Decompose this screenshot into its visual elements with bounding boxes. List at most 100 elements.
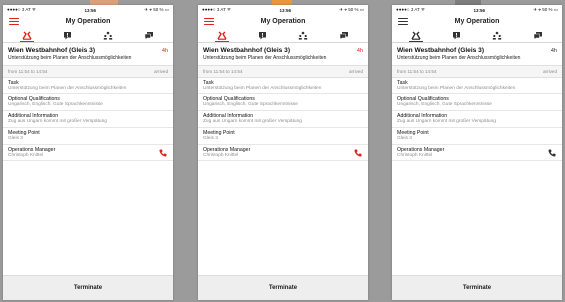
alert-icon — [64, 31, 72, 39]
tools-icon — [217, 31, 227, 40]
status-bar: ●●●●○ 3 AT ᯤ 13:56 ✈ ⌖ 50 % ▭ — [392, 5, 562, 15]
operation-subtitle: Unterstützung beim Planen der Anschlussm… — [392, 54, 562, 66]
detail-value: Christoph Knittel — [397, 152, 433, 158]
time-range: from 11:54 to 14:54 — [397, 68, 437, 74]
detail-section: Optional Qualifications Ungarisch, Englis… — [3, 94, 173, 112]
station-title: Wien Westbahnhof (Gleis 3) — [203, 47, 291, 54]
status-carrier: ●●●●○ 3 AT ᯤ — [396, 7, 426, 12]
time-range: from 11:54 to 14:54 — [8, 68, 48, 74]
terminate-button[interactable]: Terminate — [198, 275, 368, 300]
phone-screen: ●●●●○ 3 AT ᯤ 13:56 ✈ ⌖ 50 % ▭ My Operati… — [198, 5, 368, 300]
detail-value: Christoph Knittel — [203, 152, 239, 158]
status-carrier: ●●●●○ 3 AT ᯤ — [202, 7, 232, 12]
station-title: Wien Westbahnhof (Gleis 3) — [8, 47, 96, 54]
detail-value: Zug aus Ungarn kommt mit großer Verspätu… — [203, 119, 302, 125]
tab-alert[interactable] — [255, 29, 271, 41]
alert-icon — [259, 31, 267, 39]
terminate-label: Terminate — [462, 285, 492, 291]
status-bar: ●●●●○ 3 AT ᯤ 13:56 ✈ ⌖ 50 % ▭ — [198, 5, 368, 15]
details-list: Task Unterstützung beim Planen der Anschl… — [392, 78, 562, 162]
arrival-status: arrived — [153, 68, 168, 74]
page-title: My Operation — [454, 18, 500, 25]
detail-section: Operations Manager Christoph Knittel — [3, 145, 173, 162]
menu-icon[interactable] — [204, 18, 214, 26]
chat-icon — [533, 31, 542, 40]
nav-bar: My Operation — [3, 15, 173, 28]
duration-badge: 4h — [161, 48, 168, 54]
tab-people[interactable] — [489, 29, 505, 41]
time-row: from 11:54 to 14:54 arrived — [392, 65, 562, 78]
terminate-button[interactable]: Terminate — [392, 275, 562, 300]
detail-value: Gleis 3 — [203, 135, 218, 141]
detail-section: Meeting Point Gleis 3 — [198, 128, 368, 145]
chat-icon — [339, 31, 348, 40]
call-phone-icon[interactable] — [159, 149, 167, 157]
tab-tools[interactable] — [408, 29, 424, 42]
terminate-button[interactable]: Terminate — [3, 275, 173, 300]
detail-section: Operations Manager Christoph Knittel — [198, 145, 368, 162]
status-battery: ✈ ⌖ 50 % ▭ — [339, 7, 364, 12]
operation-subtitle: Unterstützung beim Planen der Anschlussm… — [3, 54, 173, 66]
call-phone-icon[interactable] — [354, 149, 362, 157]
tab-people[interactable] — [100, 29, 116, 41]
tools-icon — [411, 31, 421, 40]
detail-value: Unterstützung beim Planen der Anschlussm… — [397, 85, 516, 91]
detail-value: Ungarisch, Englisch, Gute Sprachkenntnis… — [8, 102, 103, 108]
status-carrier: ●●●●○ 3 AT ᯤ — [7, 7, 37, 12]
time-row: from 11:54 to 14:54 arrived — [3, 65, 173, 78]
detail-value: Zug aus Ungarn kommt mit großer Verspätu… — [8, 119, 107, 125]
detail-section: Additional Information Zug aus Ungarn kom… — [198, 111, 368, 128]
phone-screen: ●●●●○ 3 AT ᯤ 13:56 ✈ ⌖ 50 % ▭ My Operati… — [3, 5, 173, 300]
tab-people[interactable] — [295, 29, 311, 41]
status-battery: ✈ ⌖ 50 % ▭ — [533, 7, 558, 12]
detail-section: Task Unterstützung beim Planen der Anschl… — [3, 78, 173, 95]
status-bar: ●●●●○ 3 AT ᯤ 13:56 ✈ ⌖ 50 % ▭ — [3, 5, 173, 15]
tab-tools[interactable] — [19, 29, 35, 42]
people-icon — [493, 31, 502, 40]
detail-value: Ungarisch, Englisch, Gute Sprachkenntnis… — [397, 102, 492, 108]
detail-section: Additional Information Zug aus Ungarn kom… — [392, 111, 562, 128]
operation-subtitle: Unterstützung beim Planen der Anschlussm… — [198, 54, 368, 66]
detail-section: Optional Qualifications Ungarisch, Englis… — [198, 94, 368, 112]
details-list: Task Unterstützung beim Planen der Anschl… — [198, 78, 368, 162]
detail-value: Unterstützung beim Planen der Anschlussm… — [203, 85, 322, 91]
arrival-status: arrived — [542, 68, 557, 74]
terminate-label: Terminate — [268, 285, 298, 291]
call-phone-icon[interactable] — [548, 149, 556, 157]
tab-tools[interactable] — [214, 29, 230, 42]
menu-icon[interactable] — [9, 18, 19, 26]
menu-icon[interactable] — [398, 18, 408, 26]
tab-bar — [392, 28, 562, 43]
arrival-status: arrived — [348, 68, 363, 74]
phone-screen: ●●●●○ 3 AT ᯤ 13:56 ✈ ⌖ 50 % ▭ My Operati… — [392, 5, 562, 300]
status-time: 13:56 — [473, 7, 485, 13]
people-icon — [299, 31, 308, 40]
people-icon — [104, 31, 113, 40]
station-title: Wien Westbahnhof (Gleis 3) — [397, 47, 485, 54]
tools-icon — [22, 31, 32, 40]
tab-chat[interactable] — [530, 29, 546, 41]
duration-badge: 4h — [356, 48, 363, 54]
tab-alert[interactable] — [60, 29, 76, 41]
chat-icon — [144, 31, 153, 40]
details-list: Task Unterstützung beim Planen der Anschl… — [3, 78, 173, 162]
tab-chat[interactable] — [141, 29, 157, 41]
operation-header: Wien Westbahnhof (Gleis 3) 4h — [392, 43, 562, 54]
status-time: 13:56 — [279, 7, 291, 13]
detail-section: Meeting Point Gleis 3 — [3, 128, 173, 145]
tab-bar — [3, 28, 173, 43]
detail-section: Task Unterstützung beim Planen der Anschl… — [198, 78, 368, 95]
detail-section: Task Unterstützung beim Planen der Anschl… — [392, 78, 562, 95]
operation-header: Wien Westbahnhof (Gleis 3) 4h — [3, 43, 173, 54]
tab-alert[interactable] — [449, 29, 465, 41]
detail-section: Optional Qualifications Ungarisch, Englis… — [392, 94, 562, 112]
page-title: My Operation — [260, 18, 306, 25]
detail-value: Ungarisch, Englisch, Gute Sprachkenntnis… — [203, 102, 298, 108]
status-time: 13:56 — [84, 7, 96, 13]
detail-section: Meeting Point Gleis 3 — [392, 128, 562, 145]
detail-value: Gleis 3 — [8, 135, 23, 141]
tab-chat[interactable] — [336, 29, 352, 41]
status-battery: ✈ ⌖ 50 % ▭ — [144, 7, 169, 12]
alert-icon — [453, 31, 461, 39]
duration-badge: 4h — [550, 48, 557, 54]
